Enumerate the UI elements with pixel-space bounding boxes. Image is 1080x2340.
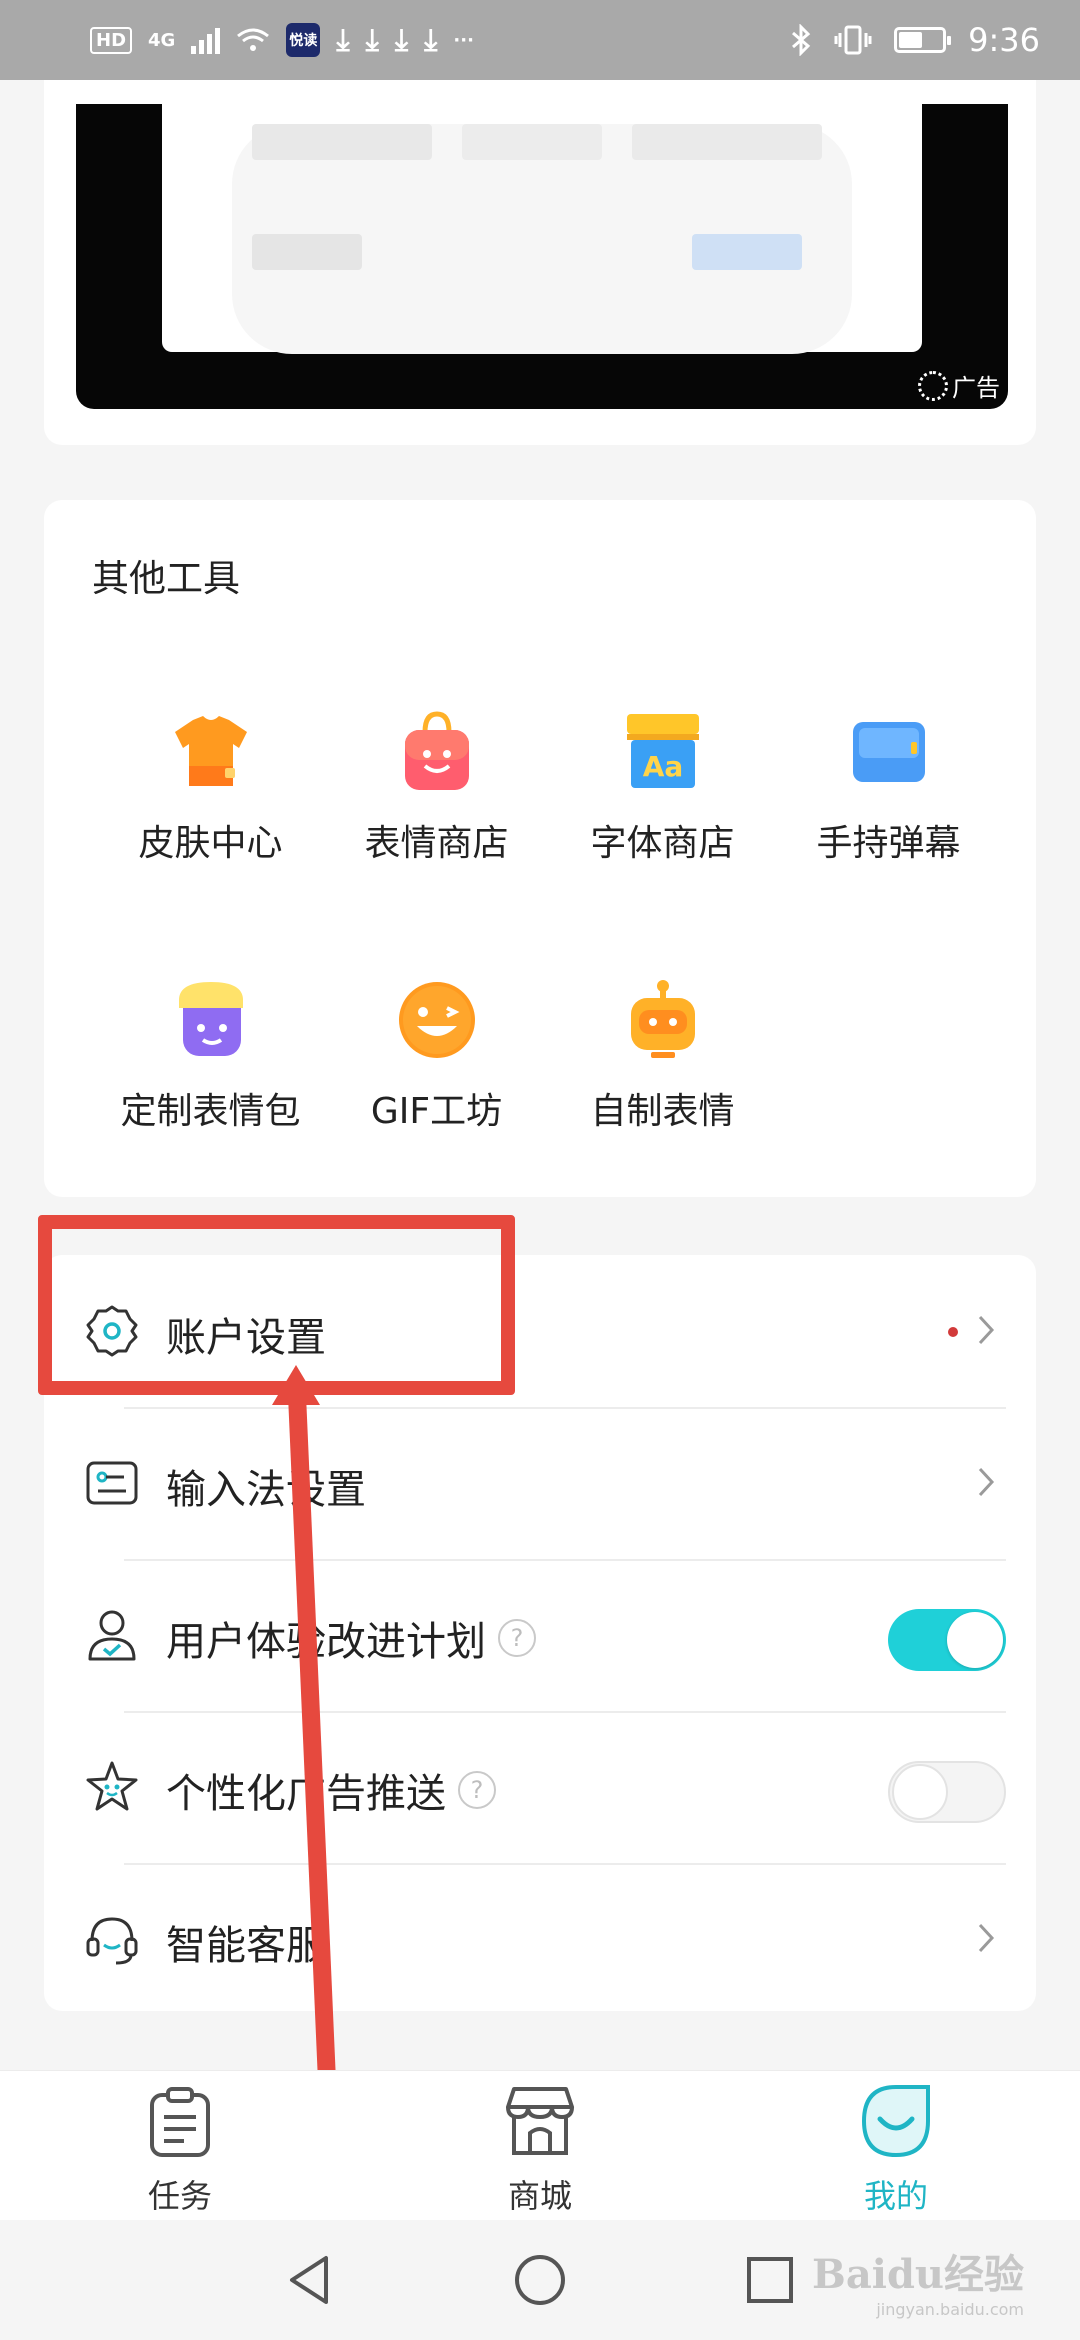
tool-label: 字体商店: [590, 823, 735, 864]
tool-custom-emoji-pack[interactable]: 定制表情包: [98, 978, 323, 1134]
custom-emoji-icon: [169, 978, 253, 1062]
home-icon[interactable]: [510, 2250, 570, 2310]
download-icon: ⤓: [394, 22, 409, 58]
clock: 9:36: [968, 21, 1040, 59]
personalized-ads-row: 个性化广告推送?: [44, 1711, 1036, 1863]
recents-icon[interactable]: [740, 2250, 800, 2310]
other-tools-card: 其他工具 皮肤中心 表情商店 Aa 字体商店 手持弹幕 定制表情包 GIF工坊 …: [44, 500, 1036, 1197]
ad-banner[interactable]: 广告: [44, 80, 1036, 445]
smart-support-row[interactable]: 智能客服: [44, 1863, 1036, 2015]
chevron-right-icon: [978, 1923, 995, 1953]
more-notifications-icon: ···: [453, 29, 474, 51]
row-label: 输入法设置: [166, 1467, 366, 1513]
shirt-icon: [169, 710, 253, 794]
tool-self-made-emoji[interactable]: 自制表情: [550, 978, 775, 1134]
row-label: 个性化广告推送: [166, 1771, 446, 1817]
row-label: 用户体验改进计划: [166, 1619, 486, 1665]
tool-label: 表情商店: [364, 823, 509, 864]
smile-drop-icon: [861, 2085, 930, 2158]
chevron-right-icon: [978, 1315, 995, 1345]
download-icon: ⤓: [424, 22, 438, 58]
ad-label: 广告: [918, 368, 1000, 403]
signal-icon: [191, 26, 221, 54]
star-face-icon: [86, 1761, 138, 1811]
annotation-highlight-box: [38, 1215, 515, 1395]
download-icon: ⤓: [365, 22, 379, 58]
download-icon: ⤓: [336, 22, 350, 58]
tool-label: GIF工坊: [370, 1091, 503, 1132]
section-title: 其他工具: [92, 557, 240, 600]
row-label: 智能客服: [166, 1923, 326, 1969]
headset-icon: [86, 1917, 138, 1965]
handheld-banner-icon: [847, 710, 931, 794]
wifi-icon: [237, 28, 270, 51]
bluetooth-icon: [792, 24, 811, 56]
help-icon[interactable]: ?: [458, 1771, 496, 1809]
svg-text:Aa: Aa: [642, 750, 683, 783]
help-icon[interactable]: ?: [498, 1619, 536, 1657]
app-notification-icon: 悦读: [286, 23, 321, 57]
tool-skin-center[interactable]: 皮肤中心: [98, 710, 323, 866]
tool-label: 自制表情: [590, 1091, 735, 1132]
user-experience-row: 用户体验改进计划?: [44, 1559, 1036, 1711]
battery-icon: [894, 27, 952, 53]
nav-store[interactable]: 商城: [440, 2081, 640, 2217]
notification-dot: [948, 1327, 958, 1337]
input-method-settings-row[interactable]: 输入法设置: [44, 1407, 1036, 1559]
tool-label: 手持弹幕: [816, 823, 961, 864]
tool-gif-workshop[interactable]: GIF工坊: [324, 978, 549, 1134]
clipboard-icon: [150, 2087, 210, 2157]
tool-emoji-store[interactable]: 表情商店: [324, 710, 549, 866]
user-experience-toggle[interactable]: [888, 1609, 1006, 1671]
nav-mine[interactable]: 我的: [796, 2081, 996, 2217]
font-store-icon: Aa: [621, 710, 705, 794]
vibrate-icon: [834, 25, 872, 55]
tool-font-store[interactable]: Aa 字体商店: [550, 710, 775, 866]
tool-label: 定制表情包: [120, 1091, 301, 1132]
ad-logo-icon: [918, 370, 948, 401]
chevron-right-icon: [978, 1467, 995, 1497]
tool-label: 皮肤中心: [138, 823, 283, 864]
nav-tasks[interactable]: 任务: [80, 2081, 280, 2217]
store-icon: [506, 2087, 574, 2155]
shopping-bag-icon: [395, 710, 479, 794]
tool-handheld-banner[interactable]: 手持弹幕: [776, 710, 1001, 866]
keyboard-settings-icon: [86, 1461, 138, 1505]
hd-indicator: HD: [90, 26, 133, 54]
network-indicator: 4G: [148, 29, 176, 51]
status-bar: HD 4G 悦读 ⤓ ⤓ ⤓ ⤓ ··· 9:36: [0, 0, 1080, 80]
system-navigation-bar: Baidu经验 jingyan.baidu.com: [0, 2220, 1080, 2340]
bottom-navigation: 任务 商城 我的: [0, 2070, 1080, 2220]
ad-image[interactable]: 广告: [76, 104, 1008, 409]
personalized-ads-toggle[interactable]: [888, 1761, 1006, 1823]
user-check-icon: [88, 1610, 136, 1661]
watermark: Baidu经验 jingyan.baidu.com: [812, 2251, 1024, 2319]
ad-image-content: [162, 104, 922, 354]
back-icon[interactable]: [280, 2250, 340, 2310]
wink-face-icon: [395, 978, 479, 1062]
robot-icon: [621, 978, 705, 1062]
